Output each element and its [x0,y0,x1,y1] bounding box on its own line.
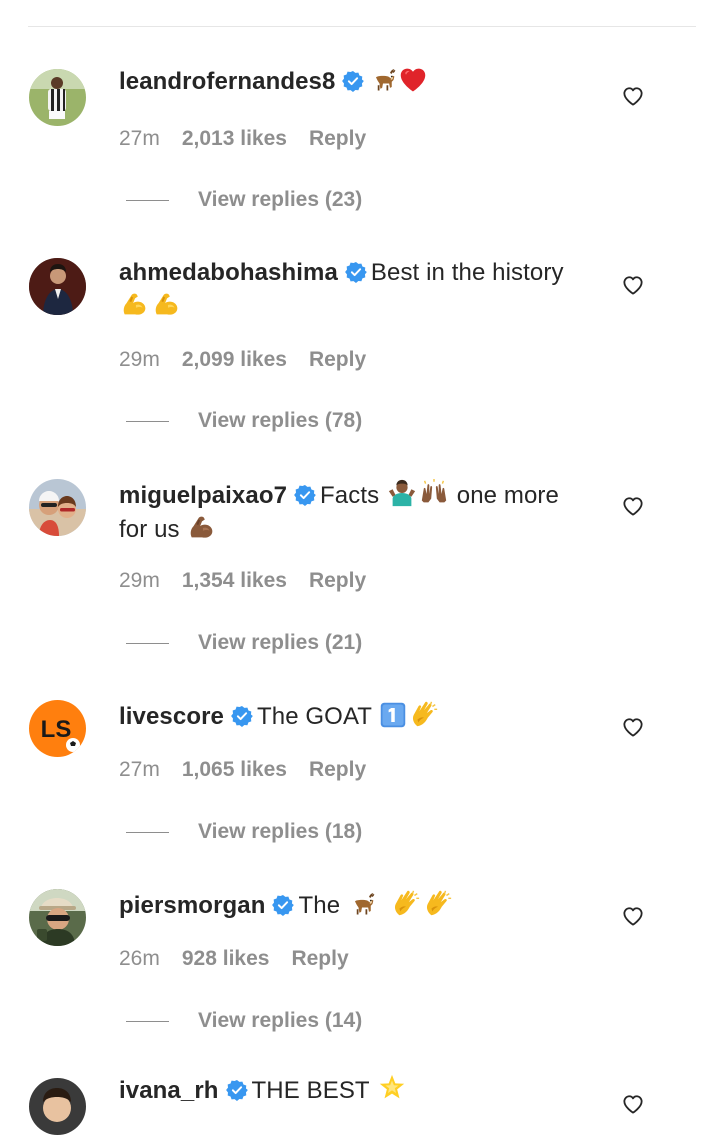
comment-time: 26m [119,947,160,970]
verified-badge-icon [231,705,253,727]
comment-text: The GOAT [256,703,372,730]
replies-divider [126,199,169,201]
view-replies-label: View replies (14) [198,1009,363,1032]
flexed-biceps-emoji-icon [120,289,150,319]
comment-body: ivana_rh THE BEST [119,1073,589,1107]
comment-time: 27m [119,127,160,150]
likes-count[interactable]: 2,099 likes [182,348,287,371]
avatar[interactable]: LS [29,700,86,757]
clapping-hands-emoji-icon [423,888,453,918]
comment-text: THE BEST [251,1077,370,1104]
replies-divider [126,831,169,833]
view-replies-label: View replies (21) [198,631,363,654]
comment-time: 29m [119,348,160,371]
comment-meta: 27m 2,013 likes Reply [119,126,366,152]
comment-body: ahmedabohashima Best in the history [119,257,589,323]
comment-body: piersmorgan The [119,888,589,922]
goat-emoji-icon [348,890,376,918]
red-heart-emoji-icon [399,66,427,94]
username[interactable]: ahmedabohashima [119,259,338,286]
comment-text-continued: one more [456,482,559,509]
clapping-hands-emoji-icon [391,888,421,918]
avatar[interactable] [29,479,86,536]
like-heart-icon[interactable] [622,1094,644,1114]
view-replies-button[interactable]: View replies (21) [126,630,362,656]
comment-body: miguelpaixao7 Facts one more for us [119,478,589,546]
likes-count[interactable]: 1,354 likes [182,569,287,592]
comment-body: livescore The GOAT [119,699,589,733]
goat-emoji-icon [369,66,397,94]
verified-badge-icon [342,70,364,92]
replies-divider [126,420,169,422]
like-heart-icon[interactable] [622,275,644,295]
view-replies-button[interactable]: View replies (18) [126,819,362,845]
verified-badge-icon [345,261,367,283]
view-replies-button[interactable]: View replies (23) [126,187,362,213]
reply-button[interactable]: Reply [309,758,366,781]
comment-time: 29m [119,569,160,592]
avatar[interactable] [29,889,86,946]
comment-meta: 26m 928 likes Reply [119,946,349,972]
view-replies-button[interactable]: View replies (14) [126,1008,362,1034]
username[interactable]: ivana_rh [119,1077,219,1104]
replies-divider [126,1020,169,1022]
person-shrugging-emoji-icon [387,478,417,508]
likes-count[interactable]: 928 likes [182,947,270,970]
top-divider [28,26,696,27]
likes-count[interactable]: 1,065 likes [182,758,287,781]
username[interactable]: livescore [119,703,224,730]
like-heart-icon[interactable] [622,496,644,516]
svg-text:LS: LS [41,716,72,743]
comment-meta: 29m 2,099 likes Reply [119,347,366,373]
comment-time: 27m [119,758,160,781]
clapping-hands-emoji-icon [409,699,439,729]
view-replies-button[interactable]: View replies (78) [126,408,362,434]
view-replies-label: View replies (78) [198,409,363,432]
comment-text: The [298,892,341,919]
comment-text: Best in the history [370,259,564,286]
avatar[interactable] [29,69,86,126]
view-replies-label: View replies (18) [198,820,363,843]
likes-count[interactable]: 2,013 likes [182,127,287,150]
reply-button[interactable]: Reply [309,348,366,371]
replies-divider [126,642,169,644]
verified-badge-icon [294,484,316,506]
comment-text: Facts [320,482,380,509]
comment-body: leandrofernandes8 [119,66,589,98]
avatar[interactable] [29,1078,86,1135]
comment-text-line2: for us [119,516,180,543]
verified-badge-icon [226,1079,248,1101]
username[interactable]: miguelpaixao7 [119,482,287,509]
reply-button[interactable]: Reply [309,127,366,150]
keycap-one-emoji-icon [379,701,407,729]
reply-button[interactable]: Reply [309,569,366,592]
flexed-biceps-emoji-icon [152,289,182,319]
like-heart-icon[interactable] [622,906,644,926]
avatar[interactable] [29,258,86,315]
username[interactable]: leandrofernandes8 [119,68,335,95]
like-heart-icon[interactable] [622,717,644,737]
flexed-biceps-emoji-icon [187,512,217,542]
like-heart-icon[interactable] [622,86,644,106]
username[interactable]: piersmorgan [119,892,265,919]
comment-meta: 27m 1,065 likes Reply [119,757,366,783]
view-replies-label: View replies (23) [198,188,363,211]
comment-meta: 29m 1,354 likes Reply [119,568,366,594]
raising-hands-emoji-icon [419,478,449,508]
verified-badge-icon [272,894,294,916]
reply-button[interactable]: Reply [291,947,348,970]
